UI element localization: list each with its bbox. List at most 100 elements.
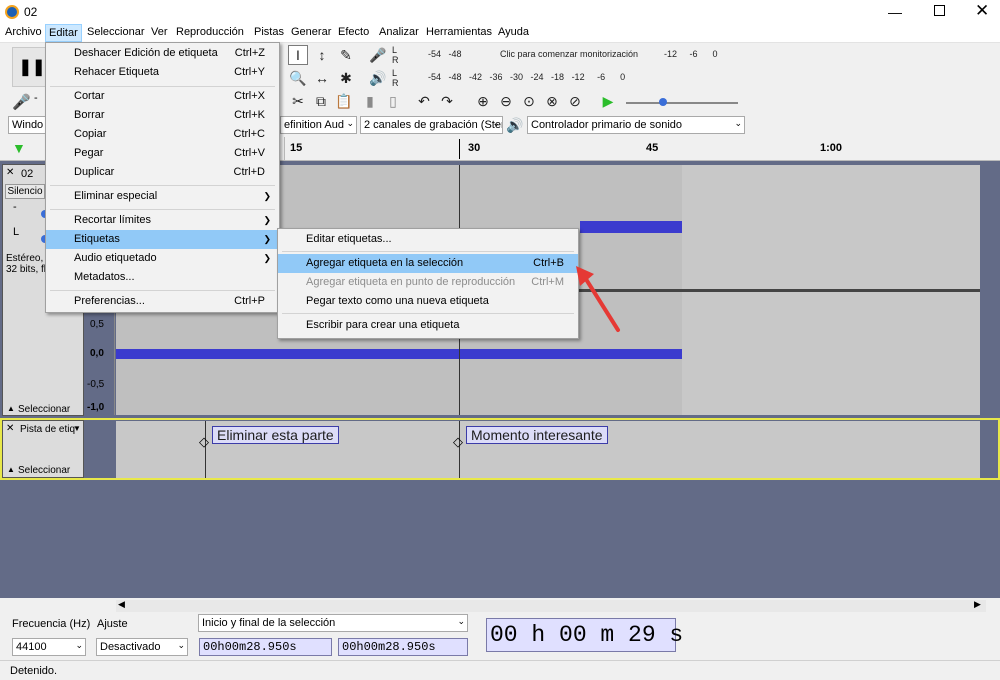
menu-editar[interactable]: Editar: [45, 24, 82, 42]
silence-icon[interactable]: ▯: [383, 91, 403, 111]
menu-copy[interactable]: Copiar Ctrl+C: [46, 125, 279, 144]
fit-project-icon[interactable]: ⊗: [542, 91, 562, 111]
mute-button[interactable]: Silencio: [5, 184, 45, 199]
zoom-in-icon[interactable]: ⊕: [473, 91, 493, 111]
rec-meter-scale: -54 -48: [428, 49, 470, 59]
play-at-speed-icon[interactable]: ▶: [598, 91, 618, 111]
menu-analizar[interactable]: Analizar: [376, 26, 422, 38]
zoom-tool-icon[interactable]: 🔍: [288, 68, 308, 88]
collapse-icon[interactable]: ▲: [7, 404, 15, 413]
output-device-select[interactable]: Controlador primario de sonido ⌄: [527, 116, 745, 134]
submenu-type-to-create-label: Escribir para crear una etiqueta: [306, 319, 460, 331]
submenu-edit-labels[interactable]: Editar etiquetas...: [278, 230, 578, 249]
undo-icon[interactable]: ↶: [414, 91, 434, 111]
output-speaker-icon: 🔊: [506, 116, 524, 133]
label-handle-icon[interactable]: ◇: [199, 434, 209, 450]
play-meter-speaker-icon[interactable]: 🔊: [368, 68, 388, 88]
mic-icon: 🎤: [12, 94, 31, 111]
submenu-type-to-create[interactable]: Escribir para crear una etiqueta: [278, 316, 578, 335]
menu-paste-label: Pegar: [74, 147, 104, 159]
ruler-tick-45: 45: [646, 142, 659, 154]
redo-icon[interactable]: ↷: [437, 91, 457, 111]
ruler-divider: [284, 137, 285, 161]
menu-metadata[interactable]: Metadatos...: [46, 268, 279, 287]
rec-meter-prompt[interactable]: Clic para comenzar monitorización: [500, 49, 638, 59]
scroll-left-icon[interactable]: ◀: [118, 599, 125, 610]
submenu-paste-text-label-label: Pegar texto como una nueva etiqueta: [306, 295, 489, 307]
menu-archivo[interactable]: Archivo: [2, 26, 45, 38]
zoom-toggle-icon[interactable]: ⊘: [565, 91, 585, 111]
menu-ver[interactable]: Ver: [148, 26, 171, 38]
label-handle-icon[interactable]: ◇: [453, 434, 463, 450]
menu-clip-boundaries[interactable]: Recortar límites ❯: [46, 211, 279, 230]
scroll-right-icon[interactable]: ▶: [974, 599, 981, 610]
menu-cut[interactable]: Cortar Ctrl+X: [46, 87, 279, 106]
menu-redo-shortcut: Ctrl+Y: [234, 66, 265, 78]
selection-start-time[interactable]: 00h00m28.950s: [199, 638, 332, 656]
menu-delete-label: Borrar: [74, 109, 105, 121]
status-bar: [0, 660, 1000, 680]
minimize-icon[interactable]: —: [888, 4, 902, 20]
title-bar: 02 — ✕: [0, 0, 1000, 24]
rec-meter-L: L: [392, 45, 398, 55]
menu-duplicate[interactable]: Duplicar Ctrl+D: [46, 163, 279, 182]
menu-seleccionar[interactable]: Seleccionar: [84, 26, 147, 38]
menu-reproduccion[interactable]: Reproducción: [173, 26, 247, 38]
status-text: Detenido.: [10, 665, 58, 677]
play-speed-slider[interactable]: [626, 102, 738, 104]
close-icon[interactable]: ✕: [975, 1, 989, 21]
submenu-add-label-at-selection[interactable]: Agregar etiqueta en la selección Ctrl+B: [278, 254, 578, 273]
menu-generar[interactable]: Generar: [288, 26, 334, 38]
maximize-icon[interactable]: [934, 5, 945, 16]
label-momento[interactable]: Momento interesante: [466, 426, 608, 444]
menu-redo[interactable]: Rehacer Etiqueta Ctrl+Y: [46, 63, 279, 82]
paste-icon[interactable]: 📋: [334, 91, 354, 111]
submenu-add-label-at-selection-shortcut: Ctrl+B: [533, 257, 564, 269]
rate-label: Frecuencia (Hz): [12, 618, 91, 630]
menu-copy-shortcut: Ctrl+C: [233, 128, 265, 140]
host-select[interactable]: Windo: [8, 116, 46, 134]
menu-remove-special[interactable]: Eliminar especial ❯: [46, 187, 279, 206]
selection-tool-icon[interactable]: I: [288, 45, 308, 65]
menu-labeled-audio[interactable]: Audio etiquetado ❯: [46, 249, 279, 268]
envelope-tool-icon[interactable]: ↕: [312, 45, 332, 65]
menu-preferences[interactable]: Preferencias... Ctrl+P: [46, 292, 279, 311]
audio-track-name[interactable]: 02: [21, 168, 33, 180]
track-close-icon[interactable]: ✕: [6, 167, 14, 178]
trim-icon[interactable]: ▮: [360, 91, 380, 111]
menu-efecto[interactable]: Efecto: [335, 26, 372, 38]
play-head-icon[interactable]: ▼: [12, 140, 26, 156]
track-select-button[interactable]: Seleccionar: [18, 404, 70, 415]
menu-labeled-audio-label: Audio etiquetado: [74, 252, 157, 264]
snap-select[interactable]: Desactivado ⌄: [96, 638, 188, 656]
play-speed-thumb[interactable]: [659, 98, 667, 106]
timeshift-tool-icon[interactable]: ↔: [312, 68, 332, 88]
label-eliminar[interactable]: Eliminar esta parte: [212, 426, 339, 444]
draw-tool-icon[interactable]: ✎: [336, 45, 356, 65]
menu-undo[interactable]: Deshacer Edición de etiqueta Ctrl+Z: [46, 44, 279, 63]
fit-selection-icon[interactable]: ⊙: [519, 91, 539, 111]
menu-paste[interactable]: Pegar Ctrl+V: [46, 144, 279, 163]
selection-mode-select[interactable]: Inicio y final de la selección ⌄: [198, 614, 468, 632]
menu-delete[interactable]: Borrar Ctrl+K: [46, 106, 279, 125]
horizontal-scrollbar[interactable]: ◀ ▶: [116, 599, 986, 612]
menu-ayuda[interactable]: Ayuda: [495, 26, 532, 38]
selection-end-time[interactable]: 00h00m28.950s: [338, 638, 468, 656]
multi-tool-icon[interactable]: ✱: [336, 68, 356, 88]
copy-icon[interactable]: ⧉: [311, 91, 331, 111]
menu-herramientas[interactable]: Herramientas: [423, 26, 495, 38]
rec-volume-minus: -: [34, 92, 38, 104]
cut-icon[interactable]: ✂: [288, 91, 308, 111]
cursor-marker: [459, 139, 460, 159]
channels-select[interactable]: 2 canales de grabación (Ster ⌄: [360, 116, 503, 134]
menu-labels[interactable]: Etiquetas ❯: [46, 230, 279, 249]
submenu-add-label-at-playback-label: Agregar etiqueta en punto de reproducció…: [306, 276, 516, 288]
audio-position-time[interactable]: 00 h 00 m 29 s: [486, 618, 683, 652]
submenu-paste-text-label[interactable]: Pegar texto como una nueva etiqueta: [278, 292, 578, 311]
ruler-tick-15: 15: [290, 142, 303, 154]
record-meter-mic-icon[interactable]: 🎤: [368, 45, 388, 65]
menu-pistas[interactable]: Pistas: [251, 26, 287, 38]
input-device-select[interactable]: efinition Aud ⌄: [280, 116, 357, 134]
rate-select[interactable]: 44100 ⌄: [12, 638, 86, 656]
zoom-out-icon[interactable]: ⊖: [496, 91, 516, 111]
